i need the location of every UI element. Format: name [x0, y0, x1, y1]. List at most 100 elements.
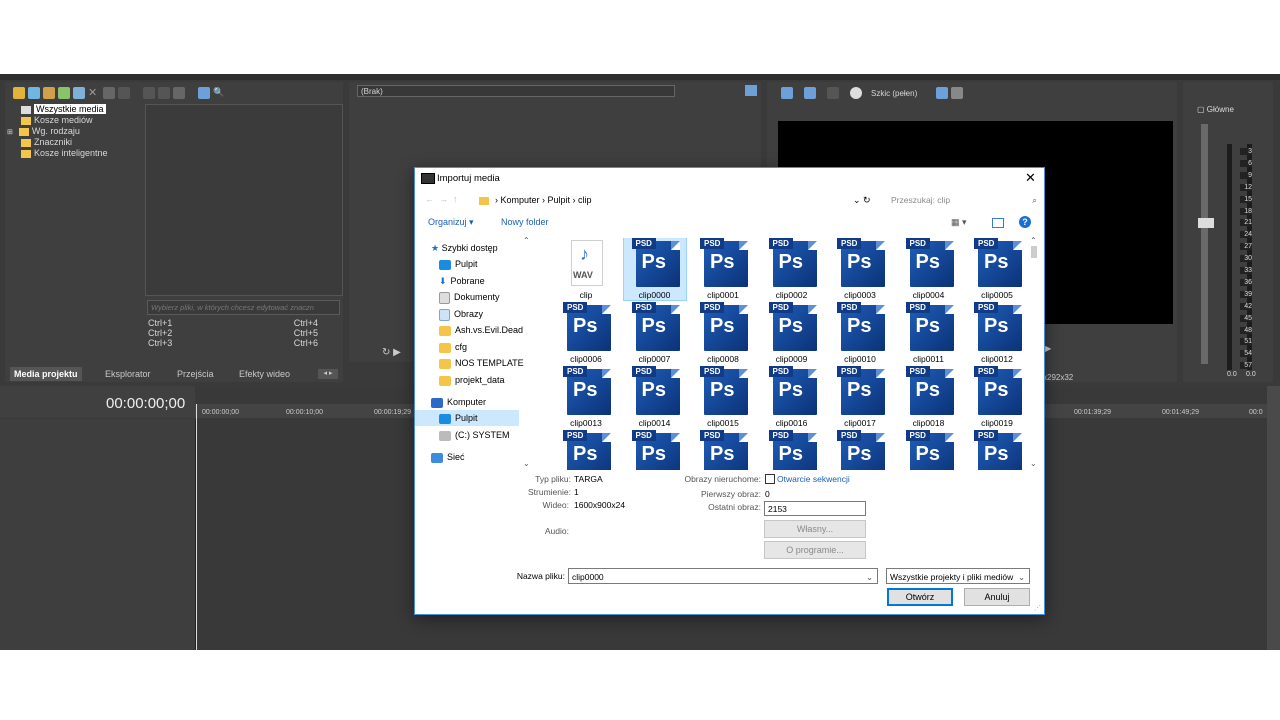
nav-back-forward[interactable]: ← → ↑	[425, 194, 458, 204]
nav-folder-ash[interactable]: Ash.vs.Evil.Dead	[439, 322, 523, 338]
file-item[interactable]: PSD Ps clip0009	[761, 302, 823, 364]
timeline-scrollbar[interactable]	[1267, 386, 1280, 650]
media-list[interactable]	[145, 104, 343, 296]
file-item[interactable]: PSD Ps	[761, 430, 823, 470]
master-fader-handle[interactable]	[1198, 218, 1214, 228]
sequence-open-label[interactable]: Otwarcie sekwencji	[777, 474, 850, 484]
file-item[interactable]: PSD Ps	[624, 430, 686, 470]
external-monitor-icon[interactable]	[804, 87, 816, 99]
cancel-button[interactable]: Anuluj	[964, 588, 1030, 606]
file-item[interactable]: ♪ WAV clip	[555, 238, 617, 300]
file-item[interactable]: PSD Ps clip0012	[966, 302, 1028, 364]
save-snapshot-icon[interactable]	[951, 87, 964, 99]
trimmer-select[interactable]: (Brak)	[357, 85, 675, 97]
bin-all-media[interactable]: Wszystkie media	[21, 104, 141, 115]
stop-icon[interactable]	[158, 87, 170, 99]
tab-transitions[interactable]: Przejścia	[177, 367, 214, 381]
nav-desktop[interactable]: Pulpit	[439, 256, 478, 272]
nav-computer[interactable]: Komputer	[431, 394, 486, 410]
organize-menu[interactable]: Organizuj ▾	[428, 217, 474, 228]
tab-project-media[interactable]: Media projektu	[10, 367, 82, 381]
capture-icon[interactable]	[28, 87, 40, 99]
copy-snapshot-icon[interactable]	[936, 87, 949, 99]
filename-input[interactable]: clip0000 ⌄	[568, 568, 878, 584]
about-button[interactable]: O programie...	[764, 541, 866, 559]
nav-folder-projekt[interactable]: projekt_data	[439, 372, 505, 388]
views-icon[interactable]	[198, 87, 210, 99]
import-icon[interactable]	[13, 87, 25, 99]
nav-documents[interactable]: Dokumenty	[439, 289, 500, 305]
shortcut-4[interactable]: Ctrl+4	[294, 318, 318, 328]
resize-grip[interactable]: ⋰	[1034, 604, 1041, 612]
nav-pictures[interactable]: Obrazy	[439, 306, 483, 322]
trimmer-monitor-icon[interactable]	[745, 85, 757, 96]
file-item[interactable]: PSD Ps clip0013	[555, 366, 617, 428]
file-item[interactable]: PSD Ps clip0002	[761, 238, 823, 300]
bin-by-type[interactable]: ⊞ Wg. rodzaju	[7, 126, 141, 137]
split-screen-icon[interactable]	[827, 87, 839, 99]
address-dropdown-icon[interactable]: ⌄ ↻	[853, 195, 871, 206]
bin-media-bins[interactable]: Kosze mediów	[21, 115, 141, 126]
file-item[interactable]: PSD Ps clip0018	[898, 366, 960, 428]
address-bar[interactable]: › Komputer › Pulpit › clip	[479, 192, 879, 209]
file-item[interactable]: PSD Ps clip0004	[898, 238, 960, 300]
file-item[interactable]: PSD Ps clip0017	[829, 366, 891, 428]
file-item[interactable]: PSD Ps	[692, 430, 754, 470]
properties-icon[interactable]	[73, 87, 85, 99]
search-field[interactable]: Przeszukaj: clip ⌕	[887, 192, 1043, 209]
nav-folder-cfg[interactable]: cfg	[439, 339, 467, 355]
file-item[interactable]: PSD Ps clip0014	[624, 366, 686, 428]
tab-video-fx[interactable]: Efekty wideo	[239, 367, 290, 381]
breadcrumb-computer[interactable]: Komputer	[501, 195, 540, 205]
file-scroll-thumb[interactable]	[1031, 246, 1037, 258]
nav-network[interactable]: Sieć	[431, 449, 465, 465]
file-item[interactable]: PSD Ps clip0006	[555, 302, 617, 364]
shortcut-6[interactable]: Ctrl+6	[294, 338, 318, 348]
file-item[interactable]: PSD Ps clip0007	[624, 302, 686, 364]
nav-folder-nos[interactable]: NOS TEMPLATE	[439, 355, 524, 371]
file-item[interactable]: PSD Ps clip0000	[622, 238, 687, 301]
breadcrumb-clip[interactable]: clip	[578, 195, 592, 205]
open-button[interactable]: Otwórz	[887, 588, 953, 606]
file-item[interactable]: PSD Ps	[898, 430, 960, 470]
tag-icon[interactable]	[118, 87, 130, 99]
file-item[interactable]: PSD Ps clip0011	[898, 302, 960, 364]
playhead-cursor[interactable]	[196, 404, 197, 650]
web-icon[interactable]	[58, 87, 70, 99]
nav-scrollbar[interactable]: ⌃ ⌄	[523, 236, 531, 468]
sequence-checkbox[interactable]	[765, 474, 775, 484]
get-media-icon[interactable]	[43, 87, 55, 99]
help-icon[interactable]: ?	[1019, 216, 1031, 228]
nav-computer-desktop[interactable]: Pulpit	[415, 410, 519, 426]
tab-explorer[interactable]: Eksplorator	[105, 367, 151, 381]
breadcrumb-desktop[interactable]: Pulpit	[548, 195, 571, 205]
file-type-filter[interactable]: Wszystkie projekty i pliki mediów ⌄	[886, 568, 1030, 584]
shortcut-5[interactable]: Ctrl+5	[294, 328, 318, 338]
tag-search-input[interactable]: Wybierz pliki, w których chcesz edytować…	[147, 300, 340, 315]
file-item[interactable]: PSD Ps clip0010	[829, 302, 891, 364]
custom-button[interactable]: Własny...	[764, 520, 866, 538]
file-item[interactable]: PSD Ps clip0015	[692, 366, 754, 428]
close-icon[interactable]: ✕	[1025, 170, 1036, 186]
view-options-icon[interactable]: ▦ ▾	[951, 217, 967, 228]
overlays-icon[interactable]	[850, 87, 862, 99]
shortcut-2[interactable]: Ctrl+2	[148, 328, 172, 338]
file-item[interactable]: PSD Ps clip0016	[761, 366, 823, 428]
file-item[interactable]: PSD Ps	[555, 430, 617, 470]
file-item[interactable]: PSD Ps	[966, 430, 1028, 470]
last-image-input[interactable]: 2153	[764, 501, 866, 516]
project-props-icon[interactable]	[781, 87, 793, 99]
file-scrollbar[interactable]: ⌃ ⌄	[1030, 236, 1040, 468]
media-fx-icon[interactable]	[103, 87, 115, 99]
file-item[interactable]: PSD Ps clip0008	[692, 302, 754, 364]
file-item[interactable]: PSD Ps clip0005	[966, 238, 1028, 300]
preview-quality-select[interactable]: Szkic (pełen)	[871, 89, 917, 98]
preview-pane-icon[interactable]	[992, 218, 1004, 228]
search-icon[interactable]: 🔍	[213, 87, 225, 99]
new-folder-button[interactable]: Nowy folder	[501, 217, 549, 227]
tab-scroll-arrows[interactable]: ◂ ▸	[318, 369, 338, 379]
file-item[interactable]: PSD Ps clip0001	[692, 238, 754, 300]
nav-downloads[interactable]: ⬇ Pobrane	[439, 273, 485, 289]
auto-preview-icon[interactable]	[173, 87, 185, 99]
file-item[interactable]: PSD Ps clip0019	[966, 366, 1028, 428]
